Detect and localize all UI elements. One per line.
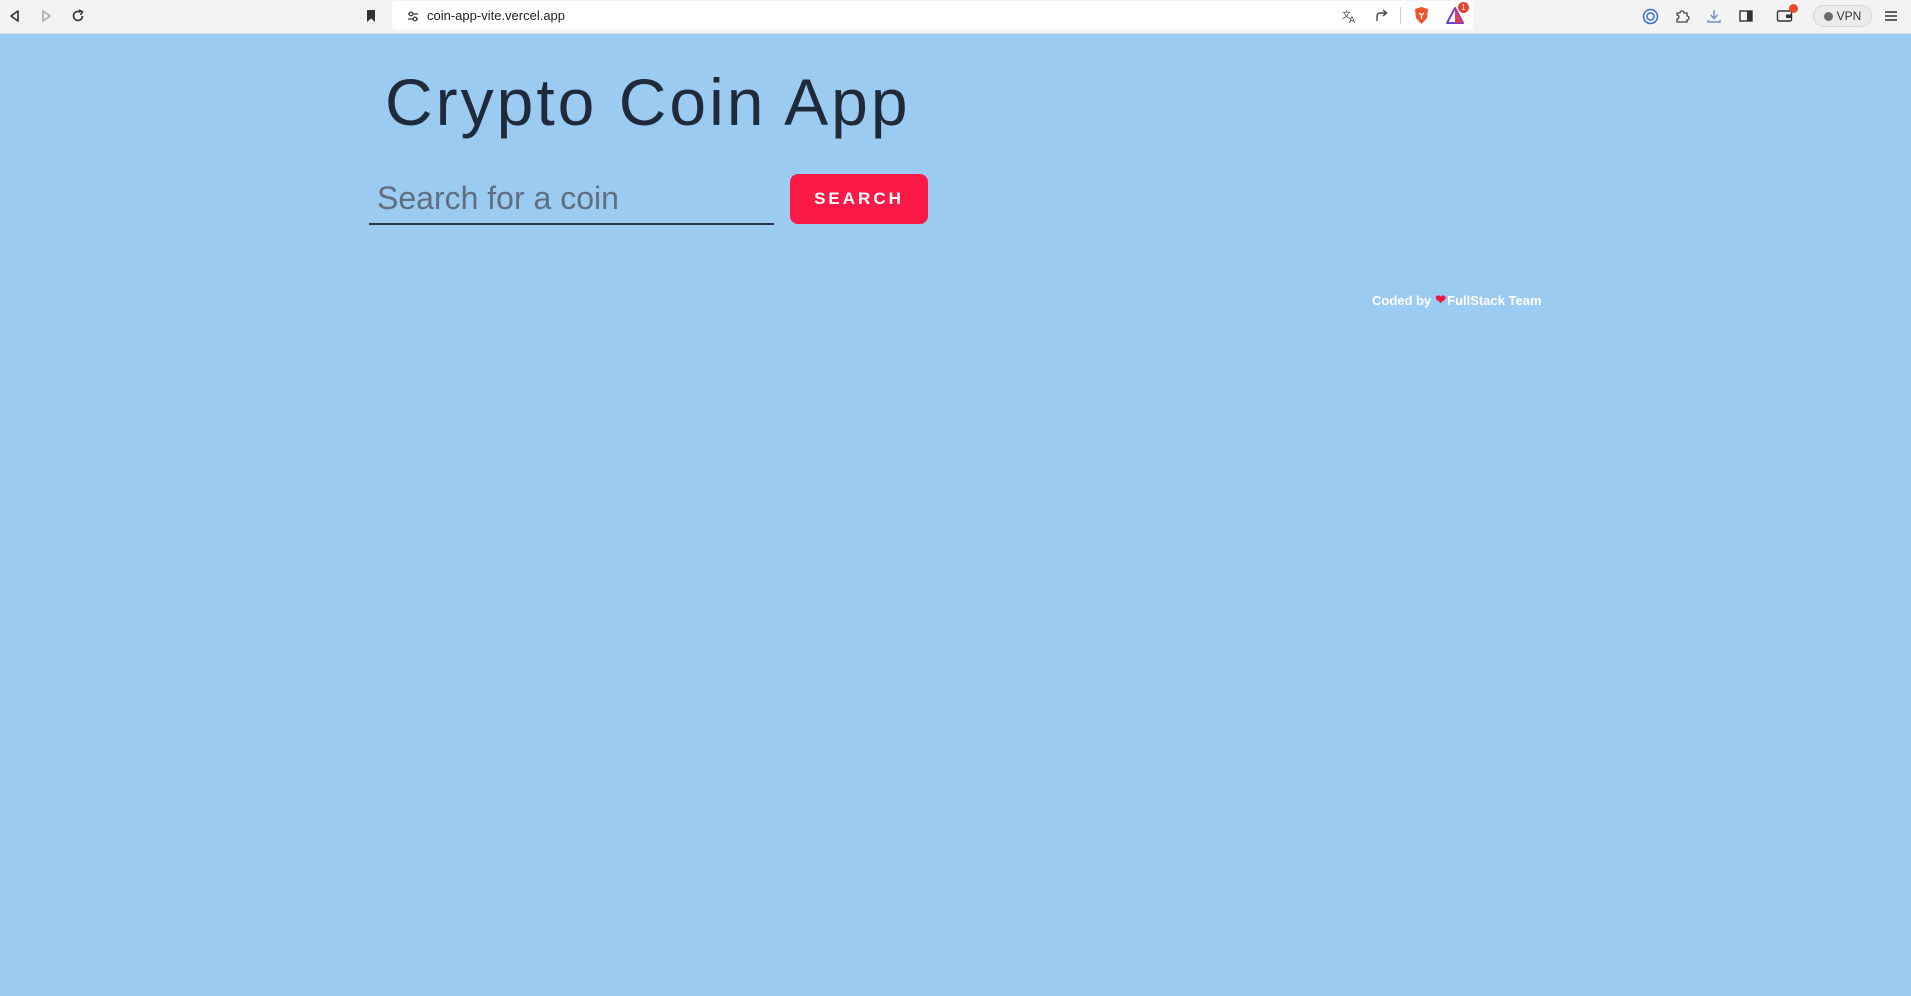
vpn-label: VPN <box>1836 9 1862 23</box>
brave-rewards-icon[interactable]: 1 <box>1446 2 1469 24</box>
menu-icon[interactable] <box>1882 7 1900 25</box>
heart-icon: ❤ <box>1435 292 1447 307</box>
search-button[interactable]: SEARCH <box>790 174 928 224</box>
page-title: Crypto Coin App <box>385 65 911 139</box>
downloads-icon[interactable] <box>1705 7 1723 25</box>
credit-team: FullStack Team <box>1447 292 1542 308</box>
url-text[interactable]: coin-app-vite.vercel.app <box>427 8 565 23</box>
rewards-badge: 1 <box>1458 2 1469 13</box>
translate-icon[interactable]: 文A <box>1340 7 1358 25</box>
credit-footer: Coded by ❤ FullStack Team <box>1372 292 1542 308</box>
url-divider <box>1400 7 1401 24</box>
sidebar-icon[interactable] <box>1737 7 1755 25</box>
wallet-icon[interactable] <box>1776 4 1798 25</box>
address-bar[interactable]: coin-app-vite.vercel.app 文A 1 <box>392 1 1473 30</box>
svg-text:A: A <box>1349 16 1356 24</box>
brave-shields-icon[interactable] <box>1412 6 1430 24</box>
forward-icon[interactable] <box>37 7 55 25</box>
search-input[interactable] <box>369 174 774 225</box>
reload-icon[interactable] <box>69 7 87 25</box>
back-icon[interactable] <box>6 7 24 25</box>
site-settings-icon[interactable] <box>404 7 422 25</box>
brave-wallet-icon[interactable] <box>1641 7 1659 25</box>
browser-toolbar: coin-app-vite.vercel.app 文A 1 VPN <box>0 0 1911 34</box>
extensions-icon[interactable] <box>1673 7 1691 25</box>
credit-prefix: Coded by <box>1372 292 1432 308</box>
vpn-button[interactable]: VPN <box>1813 5 1872 27</box>
share-icon[interactable] <box>1373 7 1391 25</box>
wallet-notification-dot <box>1789 4 1798 13</box>
vpn-status-icon <box>1823 11 1833 21</box>
bookmark-icon[interactable] <box>362 7 380 25</box>
